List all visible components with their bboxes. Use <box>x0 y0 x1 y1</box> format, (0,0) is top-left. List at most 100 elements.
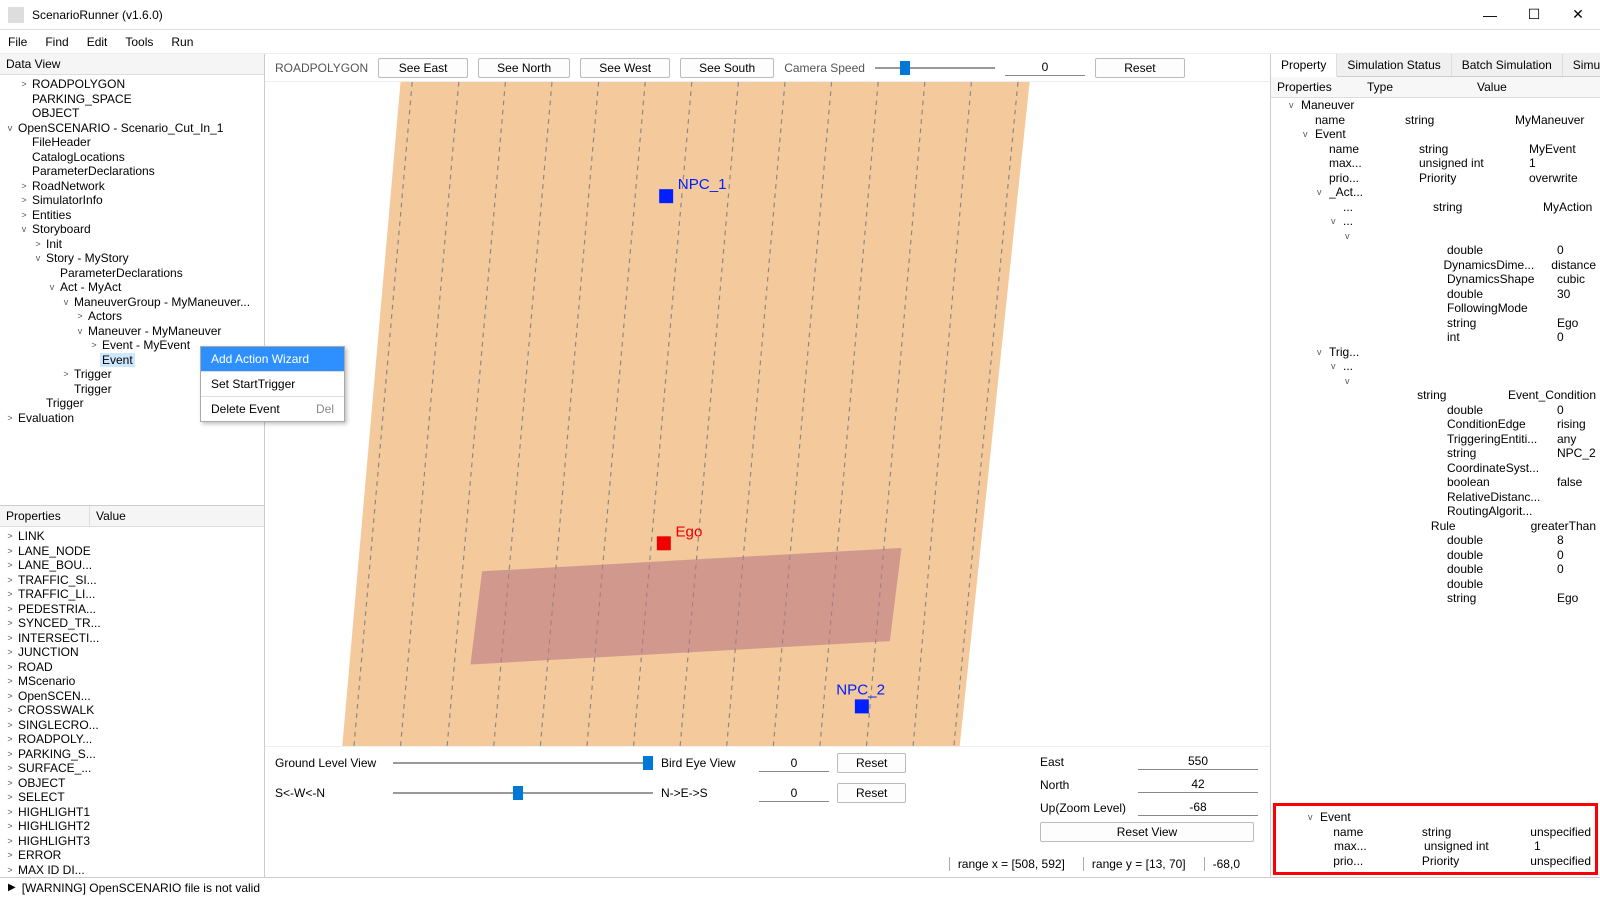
camera-speed-input[interactable] <box>1005 59 1085 76</box>
property-row[interactable]: stringNPC_2 <box>1271 446 1600 461</box>
property-row[interactable]: vTrig... <box>1271 345 1600 360</box>
see-west-button[interactable]: See West <box>580 58 670 78</box>
property-row[interactable]: namestringMyManeuver <box>1271 113 1600 128</box>
orientation-slider[interactable] <box>393 784 653 802</box>
property-row[interactable]: namestringMyEvent <box>1271 142 1600 157</box>
tree-item[interactable]: >Entities <box>0 208 264 223</box>
tree-item[interactable]: vStory - MyStory <box>0 251 264 266</box>
menu-run[interactable]: Run <box>171 35 193 49</box>
property-row[interactable]: stringEgo <box>1271 316 1600 331</box>
reset-camera-button[interactable]: Reset <box>1095 58 1185 78</box>
property-row[interactable]: vManeuver <box>1271 98 1600 113</box>
property-row[interactable]: DynamicsDime...distance <box>1271 258 1600 273</box>
property-row[interactable]: FollowingMode <box>1271 301 1600 316</box>
close-button[interactable]: ✕ <box>1564 6 1592 23</box>
property-row[interactable]: RelativeDistanc... <box>1271 490 1600 505</box>
minimize-button[interactable]: — <box>1476 7 1504 23</box>
property-item[interactable]: >INTERSECTI... <box>0 631 264 646</box>
property-row[interactable]: ...stringMyAction <box>1271 200 1600 215</box>
property-item[interactable]: >JUNCTION <box>0 645 264 660</box>
property-row[interactable]: vEvent <box>1271 127 1600 142</box>
properties-list[interactable]: >LINK>LANE_NODE>LANE_BOU...>TRAFFIC_SI..… <box>0 527 264 877</box>
tree-item[interactable]: vAct - MyAct <box>0 280 264 295</box>
tab-simulate[interactable]: Simulati <box>1563 54 1600 76</box>
property-item[interactable]: >PARKING_S... <box>0 747 264 762</box>
tab-batch-simulation[interactable]: Batch Simulation <box>1452 54 1563 76</box>
property-row[interactable]: CoordinateSyst... <box>1271 461 1600 476</box>
property-row[interactable]: RulegreaterThan <box>1271 519 1600 534</box>
property-row[interactable]: double30 <box>1271 287 1600 302</box>
npc2-marker[interactable] <box>855 699 869 713</box>
property-row[interactable]: v_Act... <box>1271 185 1600 200</box>
property-row[interactable]: double <box>1271 577 1600 592</box>
ctx-set-start-trigger[interactable]: Set StartTrigger <box>201 372 344 397</box>
property-row[interactable]: double8 <box>1271 533 1600 548</box>
property-grid[interactable]: vManeuvernamestringMyManeuvervEventnames… <box>1271 98 1600 801</box>
property-row[interactable]: max...unsigned int1 <box>1276 839 1595 854</box>
property-row[interactable]: v... <box>1271 359 1600 374</box>
property-row[interactable]: double0 <box>1271 562 1600 577</box>
property-item[interactable]: >LINK <box>0 529 264 544</box>
property-row[interactable]: double0 <box>1271 403 1600 418</box>
tree-item[interactable]: >RoadNetwork <box>0 179 264 194</box>
scenario-tree[interactable]: >ROADPOLYGONPARKING_SPACEOBJECTvOpenSCEN… <box>0 75 264 505</box>
property-row[interactable]: booleanfalse <box>1271 475 1600 490</box>
property-row[interactable]: ConditionEdgerising <box>1271 417 1600 432</box>
property-item[interactable]: >LANE_BOU... <box>0 558 264 573</box>
property-row[interactable]: v <box>1271 229 1600 244</box>
menu-file[interactable]: File <box>8 35 27 49</box>
tree-item[interactable]: OBJECT <box>0 106 264 121</box>
viewport[interactable]: NPC_1 Ego NPC_2 <box>265 82 1270 746</box>
status-expand-icon[interactable]: ▶ <box>8 882 16 893</box>
property-row[interactable]: int0 <box>1271 330 1600 345</box>
property-item[interactable]: >SURFACE_... <box>0 761 264 776</box>
ctx-add-action-wizard[interactable]: Add Action Wizard <box>201 347 344 372</box>
tree-item[interactable]: >SimulatorInfo <box>0 193 264 208</box>
property-item[interactable]: >ROAD <box>0 660 264 675</box>
ctx-delete-event[interactable]: Delete Event Del <box>201 397 344 421</box>
property-item[interactable]: >ERROR <box>0 848 264 863</box>
tree-item[interactable]: ParameterDeclarations <box>0 266 264 281</box>
property-item[interactable]: >SELECT <box>0 790 264 805</box>
tree-item[interactable]: FileHeader <box>0 135 264 150</box>
property-row[interactable]: RoutingAlgorit... <box>1271 504 1600 519</box>
npc1-marker[interactable] <box>659 189 673 203</box>
property-row[interactable]: double0 <box>1271 548 1600 563</box>
ground-level-slider[interactable] <box>393 754 653 772</box>
tab-property[interactable]: Property <box>1271 54 1337 77</box>
orientation-reset-button[interactable]: Reset <box>837 783 906 803</box>
property-item[interactable]: >HIGHLIGHT1 <box>0 805 264 820</box>
property-row[interactable]: prio...Priorityunspecified <box>1276 854 1595 869</box>
property-row[interactable]: prio...Priorityoverwrite <box>1271 171 1600 186</box>
property-item[interactable]: >SYNCED_TR... <box>0 616 264 631</box>
property-item[interactable]: >PEDESTRIA... <box>0 602 264 617</box>
maximize-button[interactable]: ☐ <box>1520 6 1548 23</box>
camera-speed-slider[interactable] <box>875 59 995 77</box>
property-item[interactable]: >OBJECT <box>0 776 264 791</box>
property-item[interactable]: >MScenario <box>0 674 264 689</box>
ego-marker[interactable] <box>657 536 671 550</box>
property-item[interactable]: >SINGLECRO... <box>0 718 264 733</box>
tree-item[interactable]: vManeuver - MyManeuver <box>0 324 264 339</box>
property-row[interactable]: TriggeringEntiti...any <box>1271 432 1600 447</box>
orientation-input[interactable] <box>759 785 829 802</box>
property-row[interactable]: stringEvent_Condition <box>1271 388 1600 403</box>
property-item[interactable]: >LANE_NODE <box>0 544 264 559</box>
north-input[interactable] <box>1138 776 1258 793</box>
property-row[interactable]: stringEgo <box>1271 591 1600 606</box>
property-item[interactable]: >HIGHLIGHT3 <box>0 834 264 849</box>
zoom-input[interactable] <box>1138 799 1258 816</box>
tab-simulation-status[interactable]: Simulation Status <box>1337 54 1451 76</box>
property-item[interactable]: >HIGHLIGHT2 <box>0 819 264 834</box>
tree-item[interactable]: vOpenSCENARIO - Scenario_Cut_In_1 <box>0 121 264 136</box>
property-row[interactable]: double0 <box>1271 243 1600 258</box>
tree-item[interactable]: >Actors <box>0 309 264 324</box>
property-row[interactable]: vEvent <box>1276 810 1595 825</box>
property-item[interactable]: >ROADPOLY... <box>0 732 264 747</box>
property-row[interactable]: max...unsigned int1 <box>1271 156 1600 171</box>
east-input[interactable] <box>1138 753 1258 770</box>
see-north-button[interactable]: See North <box>478 58 570 78</box>
tree-item[interactable]: vManeuverGroup - MyManeuver... <box>0 295 264 310</box>
see-east-button[interactable]: See East <box>378 58 468 78</box>
tree-item[interactable]: ParameterDeclarations <box>0 164 264 179</box>
